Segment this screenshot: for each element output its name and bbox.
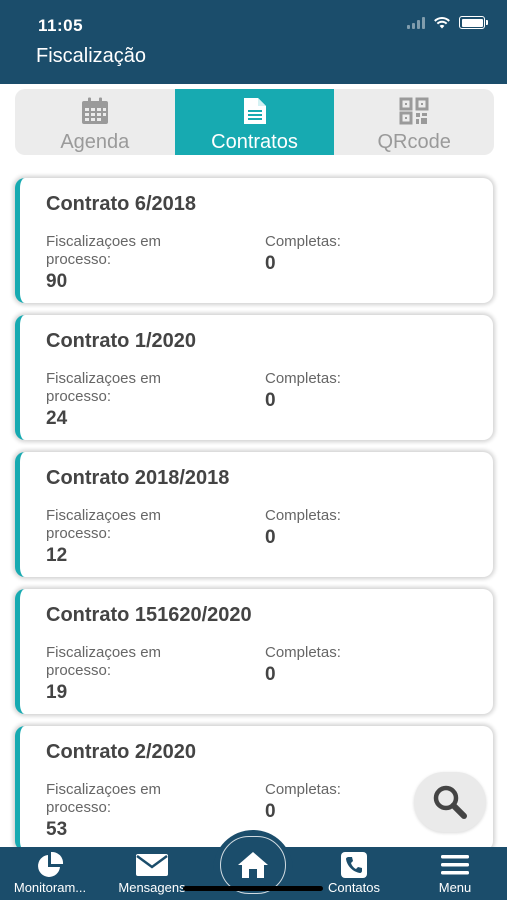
in-process-label: Fiscalizaçoes em processo:: [46, 781, 162, 816]
nav-label: Menu: [438, 880, 472, 895]
hamburger-icon: [441, 855, 469, 875]
phone-icon: [341, 852, 367, 878]
completed-value: 0: [265, 390, 276, 411]
tab-agenda-label: Agenda: [60, 131, 130, 153]
completed-value: 0: [265, 527, 276, 548]
nav-contatos[interactable]: Contatos: [304, 847, 404, 900]
in-process-value: 24: [46, 408, 68, 429]
in-process-label: Fiscalizaçoes em processo:: [46, 644, 162, 679]
envelope-icon: [136, 854, 168, 876]
nav-menu[interactable]: Menu: [405, 847, 505, 900]
contract-card[interactable]: Contrato 6/2018 Fiscalizaçoes em process…: [15, 178, 493, 303]
tab-qrcode-label: QRcode: [377, 131, 451, 153]
completed-label: Completas:: [265, 644, 341, 661]
tab-contratos[interactable]: Contratos: [174, 89, 335, 155]
in-process-value: 53: [46, 819, 68, 840]
tab-qrcode[interactable]: QRcode: [334, 89, 494, 155]
wifi-icon: [434, 17, 450, 29]
page-title: Fiscalização: [36, 45, 147, 67]
in-process-label: Fiscalizaçoes em processo:: [46, 370, 162, 405]
in-process-value: 19: [46, 682, 68, 703]
completed-value: 0: [265, 664, 276, 685]
completed-value: 0: [265, 801, 276, 822]
completed-label: Completas:: [265, 233, 341, 250]
completed-label: Completas:: [265, 507, 341, 524]
contract-title: Contrato 1/2020: [46, 330, 197, 352]
tab-bar: Agenda Contratos QRcode: [15, 89, 494, 155]
contract-title: Contrato 151620/2020: [46, 604, 252, 626]
pie-chart-icon: [38, 851, 64, 877]
qrcode-icon: [399, 97, 429, 125]
contract-card[interactable]: Contrato 151620/2020 Fiscalizaçoes em pr…: [15, 589, 493, 714]
battery-icon: [459, 16, 488, 29]
status-time: 11:05: [38, 16, 84, 35]
document-icon: [243, 98, 266, 124]
status-icons: [407, 16, 488, 29]
nav-monitoramento[interactable]: Monitoram...: [0, 847, 100, 900]
completed-value: 0: [265, 253, 276, 274]
nav-label: Monitoram...: [13, 880, 87, 895]
nav-label: Contatos: [327, 880, 381, 895]
completed-label: Completas:: [265, 370, 341, 387]
search-button[interactable]: [414, 772, 486, 832]
nav-mensagens[interactable]: Mensagens: [102, 847, 202, 900]
signal-icon: [407, 16, 425, 29]
app-header: 11:05 Fiscalização: [0, 0, 507, 84]
tab-contratos-label: Contratos: [211, 131, 298, 153]
contract-card[interactable]: Contrato 1/2020 Fiscalizaçoes em process…: [15, 315, 493, 440]
in-process-label: Fiscalizaçoes em processo:: [46, 507, 162, 542]
home-icon: [238, 852, 268, 878]
tab-agenda[interactable]: Agenda: [15, 89, 175, 155]
nav-label: Mensagens: [118, 880, 186, 895]
in-process-value: 90: [46, 271, 68, 292]
in-process-label: Fiscalizaçoes em processo:: [46, 233, 162, 268]
home-indicator: [183, 886, 323, 891]
calendar-icon: [81, 97, 108, 124]
contract-title: Contrato 6/2018: [46, 193, 197, 215]
contract-title: Contrato 2/2020: [46, 741, 197, 763]
in-process-value: 12: [46, 545, 68, 566]
contract-card[interactable]: Contrato 2018/2018 Fiscalizaçoes em proc…: [15, 452, 493, 577]
completed-label: Completas:: [265, 781, 341, 798]
search-icon: [433, 785, 467, 819]
contract-title: Contrato 2018/2018: [46, 467, 230, 489]
